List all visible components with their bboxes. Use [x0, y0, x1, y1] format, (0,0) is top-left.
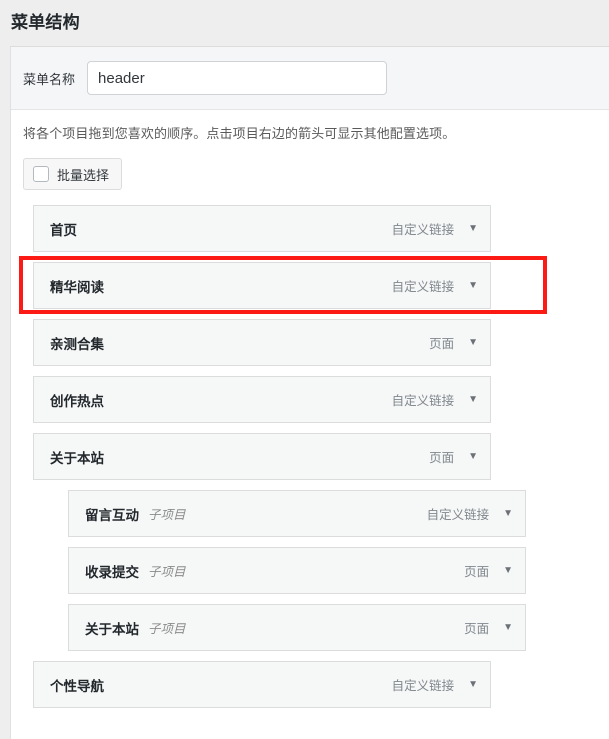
menu-item-title: 个性导航 — [50, 678, 104, 694]
menu-name-row: 菜单名称 — [11, 47, 609, 110]
menu-item-type: 页面 — [429, 451, 455, 465]
menu-item-sub-flag: 子项目 — [148, 622, 186, 636]
chevron-down-icon[interactable]: ▼ — [503, 565, 513, 576]
checkbox-empty-icon[interactable] — [33, 166, 49, 182]
menu-item-type: 页面 — [464, 622, 490, 636]
menu-item-title: 关于本站 — [85, 621, 139, 637]
menu-item-title: 收录提交 — [85, 564, 139, 580]
menu-item-type: 自定义链接 — [391, 223, 455, 237]
menu-name-input[interactable] — [87, 61, 388, 95]
drag-hint-text: 将各个项目拖到您喜欢的顺序。点击项目右边的箭头可显示其他配置选项。 — [23, 126, 456, 141]
menu-item-row[interactable]: 关于本站 子项目 页面 ▼ — [68, 604, 526, 651]
menu-item-title: 创作热点 — [50, 393, 104, 409]
menu-item-row[interactable]: 留言互动 子项目 自定义链接 ▼ — [68, 490, 526, 537]
menu-item-type: 自定义链接 — [426, 508, 490, 522]
bulk-select-label: 批量选择 — [57, 167, 110, 183]
menu-item-title: 亲测合集 — [50, 336, 104, 352]
chevron-down-icon[interactable]: ▼ — [468, 280, 478, 291]
chevron-down-icon[interactable]: ▼ — [503, 508, 513, 519]
menu-item-row[interactable]: 收录提交 子项目 页面 ▼ — [68, 547, 526, 594]
menu-item-type: 自定义链接 — [391, 679, 455, 693]
chevron-down-icon[interactable]: ▼ — [468, 394, 478, 405]
chevron-down-icon[interactable]: ▼ — [503, 622, 513, 633]
page-title: 菜单结构 — [11, 13, 80, 32]
chevron-down-icon[interactable]: ▼ — [468, 223, 478, 234]
menu-item-row[interactable]: 亲测合集 页面 ▼ — [33, 319, 491, 366]
chevron-down-icon[interactable]: ▼ — [468, 451, 478, 462]
menu-item-sub-flag: 子项目 — [148, 508, 186, 522]
menu-name-label: 菜单名称 — [23, 71, 76, 87]
menu-item-list: 首页 自定义链接 ▼ 精华阅读 自定义链接 ▼ 亲测合集 页面 ▼ 创作热点 自定义链接 ▼ 关于本站页… — [23, 205, 609, 708]
menu-structure-panel: 菜单名称 将各个项目拖到您喜欢的顺序。点击项目右边的箭头可显示其他配置选项。 批… — [10, 46, 609, 739]
panel-body: 将各个项目拖到您喜欢的顺序。点击项目右边的箭头可显示其他配置选项。 批量选择 首… — [11, 110, 609, 708]
menu-item-title: 留言互动 — [85, 507, 139, 523]
chevron-down-icon[interactable]: ▼ — [468, 679, 478, 690]
menu-item-type: 页面 — [429, 337, 455, 351]
menu-item-row[interactable]: 首页 自定义链接 ▼ — [33, 205, 491, 252]
menu-item-sub-flag: 子项目 — [148, 565, 186, 579]
menu-item-title: 精华阅读 — [50, 279, 104, 295]
menu-item-row[interactable]: 关于本站 页面 ▼ — [33, 433, 491, 480]
menu-item-type: 自定义链接 — [391, 394, 455, 408]
menu-item-row[interactable]: 创作热点 自定义链接 ▼ — [33, 376, 491, 423]
menu-item-row[interactable]: 精华阅读 自定义链接 ▼ — [33, 262, 491, 309]
chevron-down-icon[interactable]: ▼ — [468, 337, 478, 348]
menu-item-row[interactable]: 个性导航 自定义链接 ▼ — [33, 661, 491, 708]
menu-item-type: 页面 — [464, 565, 490, 579]
menu-item-title: 首页 — [50, 222, 77, 238]
bulk-select-button[interactable]: 批量选择 — [23, 158, 123, 190]
menu-item-type: 自定义链接 — [391, 280, 455, 294]
menu-item-title: 关于本站 — [50, 450, 104, 466]
